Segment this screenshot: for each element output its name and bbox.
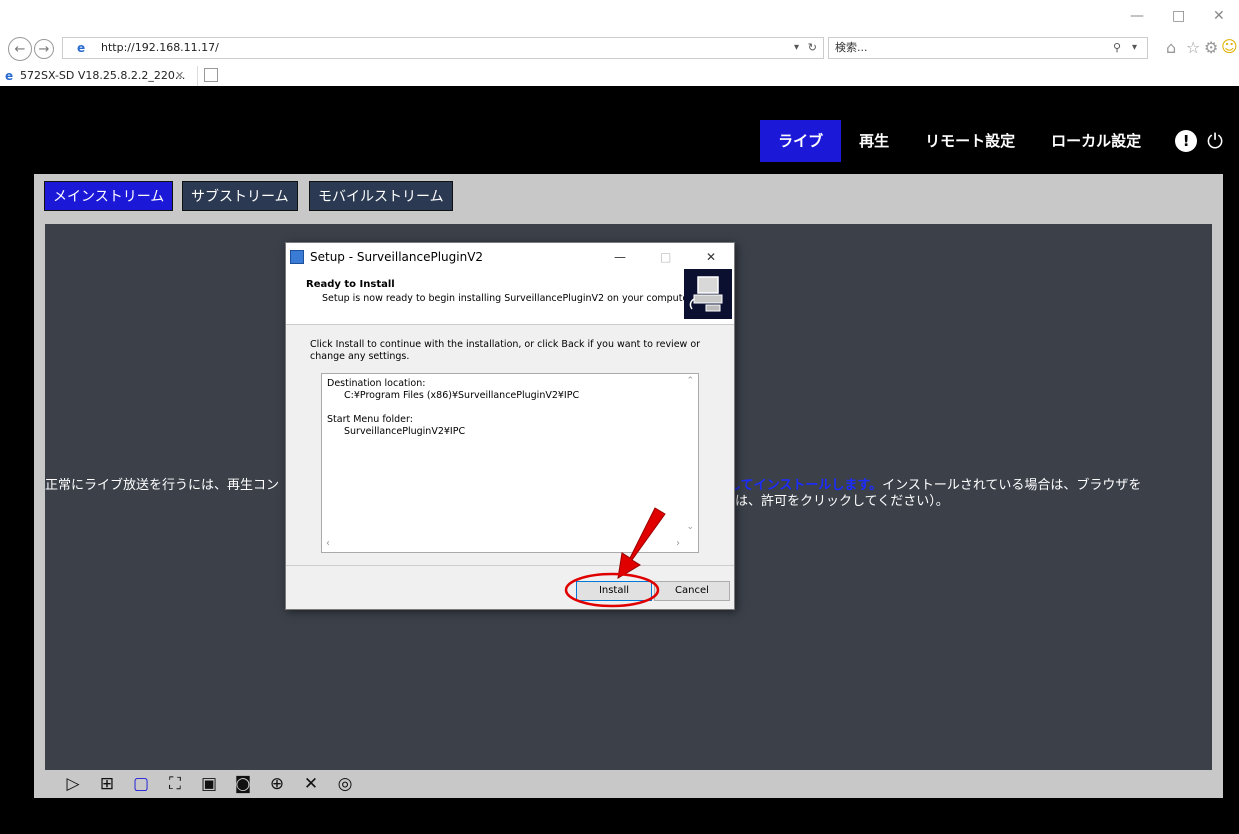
ie-icon: e <box>77 41 86 55</box>
sub-stream-button[interactable]: サブストリーム <box>182 181 298 211</box>
refresh-icon[interactable]: ↻ <box>808 38 817 58</box>
scroll-up-icon[interactable]: ⌃ <box>686 376 694 386</box>
power-icon[interactable]: ⏻ <box>1207 129 1223 153</box>
menu-value: SurveillancePluginV2¥IPC <box>344 426 466 437</box>
red-highlight-circle <box>564 572 660 608</box>
alert-icon[interactable]: ! <box>1175 130 1198 152</box>
maximize-button[interactable]: □ <box>1172 8 1185 24</box>
top-nav: ライブ 再生 リモート設定 ローカル設定 ! ⏻ <box>760 120 1223 162</box>
setup-icon <box>290 250 304 264</box>
forward-button[interactable]: → <box>34 39 54 59</box>
fullscreen-icon[interactable]: ⛶ <box>158 774 192 794</box>
browser-chrome: — □ ✕ ← → e http://192.168.11.17/ ▾ ↻ 検索… <box>0 0 1239 86</box>
dialog-header: Ready to Install Setup is now ready to b… <box>286 269 734 325</box>
dialog-minimize-icon[interactable]: — <box>614 243 626 271</box>
gear-icon[interactable]: ⚙ <box>1204 38 1218 57</box>
ptz-icon[interactable]: ◎ <box>328 774 362 794</box>
tab-close-icon[interactable]: ✕ <box>175 66 184 86</box>
annotation-overlay <box>564 507 666 608</box>
dialog-heading: Ready to Install <box>306 279 395 290</box>
main-stream-button[interactable]: メインストリーム <box>44 181 174 211</box>
dest-value: C:¥Program Files (x86)¥SurveillancePlugi… <box>344 390 580 401</box>
dropdown-icon[interactable]: ▾ <box>794 38 799 58</box>
message-text-1: 正常にライブ放送を行うには、再生コン <box>45 478 280 493</box>
dialog-title: Setup - SurveillancePluginV2 <box>310 250 484 264</box>
scroll-left-icon[interactable]: ‹ <box>326 538 330 549</box>
search-input[interactable]: 検索... ⚲ ▾ <box>828 37 1148 59</box>
dialog-subheading: Setup is now ready to begin installing S… <box>322 293 695 304</box>
favorites-star-icon[interactable]: ☆ <box>1186 38 1200 57</box>
search-placeholder: 検索... <box>835 41 868 54</box>
nav-live[interactable]: ライブ <box>760 120 842 162</box>
dest-label: Destination location: <box>327 378 426 389</box>
dialog-titlebar[interactable]: Setup - SurveillancePluginV2 — □ ✕ <box>286 243 734 273</box>
address-bar[interactable]: e http://192.168.11.17/ ▾ ↻ <box>62 37 824 59</box>
back-button[interactable]: ← <box>8 37 32 61</box>
arrow-left-icon: ← <box>14 41 26 57</box>
red-arrow-icon <box>617 507 666 579</box>
computer-install-icon <box>684 269 732 319</box>
tab-active[interactable]: e 572SX-SD V18.25.8.2.2_220... ✕ <box>0 66 198 86</box>
search-icon[interactable]: ⚲ <box>1113 38 1121 58</box>
mobile-stream-button[interactable]: モバイルストリーム <box>309 181 453 211</box>
record-icon[interactable]: ▣ <box>192 774 226 794</box>
search-dropdown-icon[interactable]: ▾ <box>1132 38 1137 58</box>
message-text-2: インストールされている場合は、ブラウザを <box>882 478 1142 493</box>
minimize-button[interactable]: — <box>1130 8 1144 24</box>
close-window-button[interactable]: ✕ <box>1213 8 1225 24</box>
nav-playback[interactable]: 再生 <box>841 120 907 162</box>
address-text: http://192.168.11.17/ <box>101 41 219 54</box>
nav-local-settings[interactable]: ローカル設定 <box>1033 120 1159 162</box>
scroll-down-icon[interactable]: ⌄ <box>686 522 694 532</box>
snapshot-icon[interactable]: ◙ <box>226 774 260 794</box>
new-tab-button[interactable] <box>204 68 218 82</box>
nav-remote-settings[interactable]: リモート設定 <box>907 120 1033 162</box>
single-window-icon[interactable]: ▢ <box>124 774 158 794</box>
smiley-icon[interactable]: ☺ <box>1221 37 1238 56</box>
home-icon[interactable]: ⌂ <box>1166 38 1176 57</box>
mute-icon[interactable]: ✕ <box>294 774 328 794</box>
zoom-in-icon[interactable]: ⊕ <box>260 774 294 794</box>
dialog-close-icon[interactable]: ✕ <box>706 243 716 271</box>
dialog-maximize-icon: □ <box>660 250 672 264</box>
message-text-3: は、許可をクリックしてください）。 <box>735 494 949 509</box>
arrow-right-icon: → <box>38 41 50 57</box>
ie-tab-icon: e <box>5 69 14 83</box>
menu-label: Start Menu folder: <box>327 414 413 425</box>
live-toolbar: ▷ ⊞ ▢ ⛶ ▣ ◙ ⊕ ✕ ◎ <box>56 771 362 797</box>
split-window-icon[interactable]: ⊞ <box>90 774 124 794</box>
tab-title: 572SX-SD V18.25.8.2.2_220... <box>20 69 186 82</box>
play-icon[interactable]: ▷ <box>56 774 90 794</box>
dialog-description: Click Install to continue with the insta… <box>310 339 701 362</box>
